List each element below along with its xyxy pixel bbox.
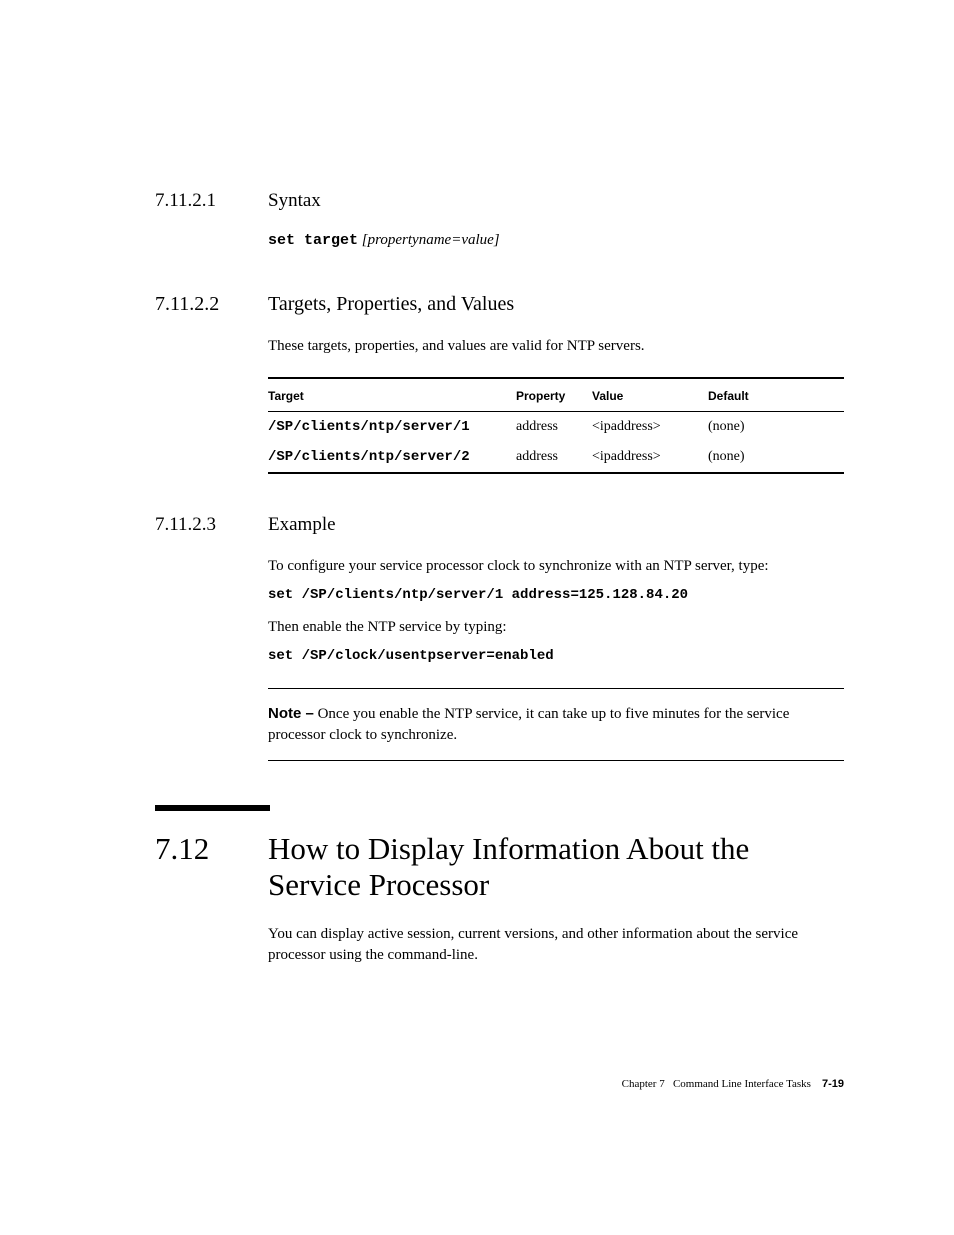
cell-property: address [516, 419, 592, 435]
col-header-property: Property [516, 389, 592, 403]
section-example: 7.11.2.3 Example To configure your servi… [155, 514, 844, 761]
page-footer: Chapter 7 Command Line Interface Tasks 7… [622, 1078, 844, 1090]
note-text: Once you enable the NTP service, it can … [268, 706, 789, 743]
section-targets: 7.11.2.2 Targets, Properties, and Values… [155, 293, 844, 474]
section-rule [155, 805, 270, 811]
table-row: /SP/clients/ntp/server/1 address <ipaddr… [268, 412, 844, 442]
section-title: Targets, Properties, and Values [268, 293, 514, 316]
properties-table: Target Property Value Default /SP/client… [268, 377, 844, 474]
table-header-row: Target Property Value Default [268, 379, 844, 412]
cell-target: /SP/clients/ntp/server/2 [268, 449, 516, 465]
section-syntax: 7.11.2.1 Syntax set target [propertyname… [155, 190, 844, 249]
section-number: 7.11.2.1 [155, 190, 268, 212]
major-section-number: 7.12 [155, 831, 268, 867]
major-section-header: 7.12 How to Display Information About th… [0, 831, 954, 902]
section-header: 7.11.2.2 Targets, Properties, and Values [155, 293, 844, 316]
cell-target: /SP/clients/ntp/server/1 [268, 419, 516, 435]
paragraph: These targets, properties, and values ar… [268, 336, 844, 357]
paragraph: To configure your service processor cloc… [268, 556, 844, 577]
col-header-value: Value [592, 389, 708, 403]
syntax-argument: [propertyname=value] [362, 232, 500, 248]
cell-property: address [516, 449, 592, 465]
section-title: Example [268, 514, 336, 536]
col-header-target: Target [268, 389, 516, 403]
section-number: 7.11.2.2 [155, 293, 268, 316]
footer-chapter: Chapter 7 [622, 1078, 665, 1090]
syntax-command: set target [268, 232, 358, 249]
col-header-default: Default [708, 389, 844, 403]
paragraph: Then enable the NTP service by typing: [268, 617, 844, 638]
paragraph: You can display active session, current … [268, 924, 844, 966]
example-command: set /SP/clock/usentpserver=enabled [268, 648, 844, 664]
table-row: /SP/clients/ntp/server/2 address <ipaddr… [268, 442, 844, 472]
cell-default: (none) [708, 449, 844, 465]
note-label: Note – [268, 705, 314, 722]
footer-title: Command Line Interface Tasks [673, 1078, 811, 1090]
cell-value: <ipaddress> [592, 419, 708, 435]
cell-value: <ipaddress> [592, 449, 708, 465]
note-block: Note – Once you enable the NTP service, … [268, 688, 844, 761]
section-number: 7.11.2.3 [155, 514, 268, 536]
major-section-title: How to Display Information About the Ser… [268, 831, 844, 902]
section-header: 7.11.2.3 Example [155, 514, 844, 536]
cell-default: (none) [708, 419, 844, 435]
syntax-line: set target [propertyname=value] [268, 232, 844, 249]
section-title: Syntax [268, 190, 321, 212]
section-header: 7.11.2.1 Syntax [155, 190, 844, 212]
example-command: set /SP/clients/ntp/server/1 address=125… [268, 587, 844, 603]
footer-page-number: 7-19 [822, 1078, 844, 1090]
